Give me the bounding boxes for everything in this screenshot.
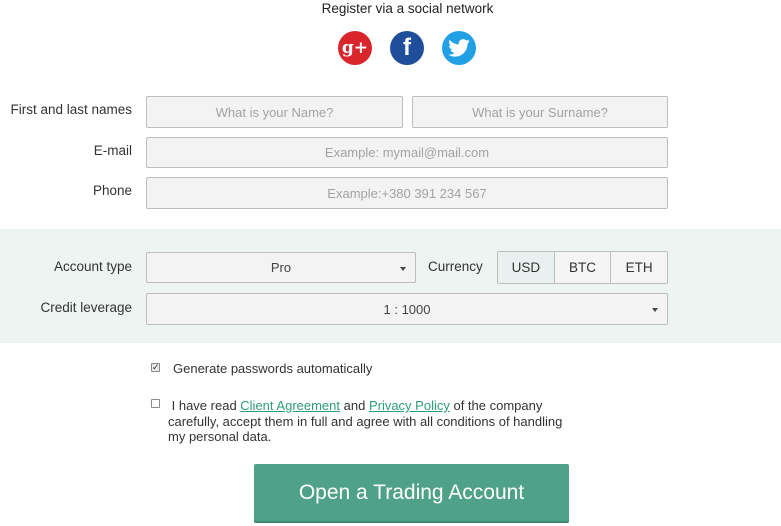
google-plus-icon[interactable]: g+ — [338, 31, 372, 65]
twitter-bird-glyph — [448, 39, 470, 57]
last-name-input[interactable] — [412, 96, 668, 128]
open-trading-account-button[interactable]: Open a Trading Account — [254, 464, 569, 521]
currency-usd-button[interactable]: USD — [498, 252, 554, 283]
phone-input[interactable] — [146, 177, 668, 209]
agree-terms-text: I have read Client Agreement and Privacy… — [168, 398, 568, 445]
credit-leverage-value: 1 : 1000 — [383, 301, 431, 317]
chevron-down-icon — [400, 266, 406, 271]
agree-text-part-2: and — [340, 398, 369, 413]
account-type-value: Pro — [270, 260, 292, 275]
currency-toggle-group: USD BTC ETH — [497, 251, 668, 284]
chevron-down-icon — [652, 308, 658, 312]
name-label: First and last names — [10, 102, 132, 117]
agree-terms-checkbox[interactable] — [151, 399, 160, 408]
email-label: E-mail — [93, 143, 132, 158]
client-agreement-link[interactable]: Client Agreement — [240, 398, 340, 413]
currency-btc-button[interactable]: BTC — [553, 252, 611, 283]
generate-passwords-checkbox[interactable]: ✓ — [151, 363, 160, 372]
account-type-select[interactable]: Pro — [146, 252, 416, 283]
account-settings-band — [0, 229, 781, 343]
phone-label: Phone — [92, 183, 132, 198]
twitter-icon[interactable] — [442, 31, 476, 65]
currency-eth-button[interactable]: ETH — [610, 252, 667, 283]
generate-passwords-label: Generate passwords automatically — [173, 361, 373, 376]
email-input[interactable] — [146, 137, 668, 168]
currency-label: Currency — [428, 259, 483, 274]
social-register-title: Register via a social network — [321, 1, 494, 16]
first-name-input[interactable] — [146, 96, 403, 128]
agree-text-part-1: I have read — [171, 398, 241, 413]
facebook-icon[interactable]: f — [390, 31, 424, 65]
account-type-label: Account type — [53, 259, 132, 274]
credit-leverage-label: Credit leverage — [40, 300, 132, 315]
credit-leverage-select[interactable]: 1 : 1000 — [146, 293, 668, 325]
privacy-policy-link[interactable]: Privacy Policy — [369, 398, 450, 413]
